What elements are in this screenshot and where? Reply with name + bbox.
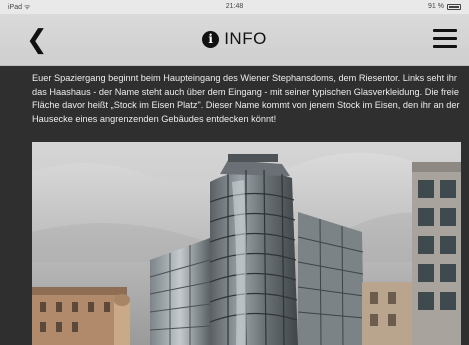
page-title-text: INFO [224,29,267,48]
status-time: 21:48 [225,3,244,10]
battery-percent: 91 % [428,3,444,10]
nav-bar: ❮ i INFO [0,14,469,66]
haas-house-photo [32,142,461,345]
battery-icon [447,3,461,10]
hamburger-menu-icon [433,29,457,48]
page-title: i INFO [0,29,469,49]
battery-status: 91 % [428,3,461,10]
menu-button[interactable] [433,29,457,51]
content-area: Euer Spaziergang beginnt beim Haupteinga… [0,66,469,345]
intro-text: Euer Spaziergang beginnt beim Haupteinga… [32,73,460,124]
info-icon: i [202,30,220,48]
status-bar: iPad ᯤ 21:48 91 % [0,0,469,14]
